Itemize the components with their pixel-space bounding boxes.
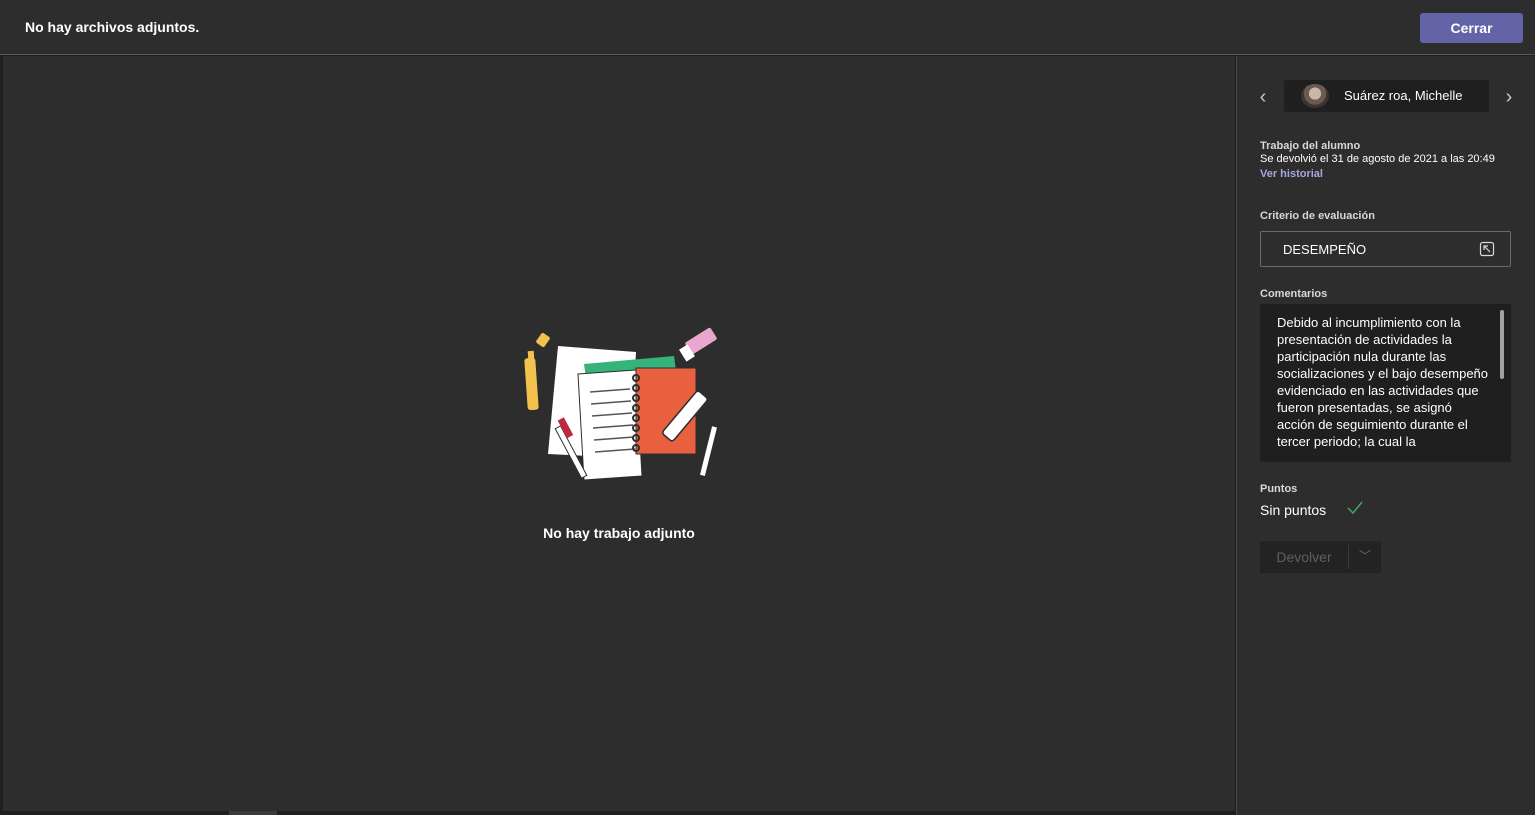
bottom-scroll-indicator — [229, 811, 277, 815]
empty-state-message: No hay trabajo adjunto — [543, 525, 695, 541]
main-preview-area: No hay trabajo adjunto — [3, 56, 1235, 811]
points-label: Puntos — [1260, 483, 1298, 495]
comment-text: Debido al incumplimiento con la presenta… — [1277, 315, 1489, 449]
top-bar: No hay archivos adjuntos. Cerrar — [0, 0, 1535, 55]
rubric-label: Criterio de evaluación — [1260, 210, 1375, 222]
return-button[interactable]: Devolver — [1260, 541, 1348, 573]
avatar — [1301, 84, 1329, 108]
returned-status-text: Se devolvió el 31 de agosto de 2021 a la… — [1260, 153, 1495, 165]
grading-side-panel: ‹ Suárez roa, Michelle › Trabajo del alu… — [1236, 56, 1535, 815]
rubric-value: DESEMPEÑO — [1283, 242, 1367, 257]
comments-textarea[interactable]: Debido al incumplimiento con la presenta… — [1260, 304, 1511, 462]
next-student-chevron-right-icon[interactable]: › — [1501, 86, 1517, 108]
rubric-selector[interactable]: DESEMPEÑO — [1260, 231, 1511, 267]
checkmark-icon — [1347, 501, 1363, 515]
previous-student-chevron-left-icon[interactable]: ‹ — [1255, 86, 1271, 108]
open-rubric-icon — [1479, 241, 1495, 257]
notebook-illustration-icon — [524, 327, 717, 481]
student-name: Suárez roa, Michelle — [1344, 88, 1463, 103]
return-button-group: Devolver ﹀ — [1260, 541, 1381, 573]
comments-scrollbar[interactable] — [1500, 310, 1504, 379]
student-work-label: Trabajo del alumno — [1260, 140, 1361, 152]
page-title: No hay archivos adjuntos. — [25, 19, 200, 35]
points-value[interactable]: Sin puntos — [1260, 502, 1326, 518]
close-button[interactable]: Cerrar — [1420, 13, 1523, 43]
view-history-link[interactable]: Ver historial — [1260, 168, 1323, 180]
comments-label: Comentarios — [1260, 288, 1328, 300]
student-selector[interactable]: Suárez roa, Michelle — [1284, 80, 1489, 112]
chevron-down-icon[interactable]: ﹀ — [1349, 541, 1381, 573]
